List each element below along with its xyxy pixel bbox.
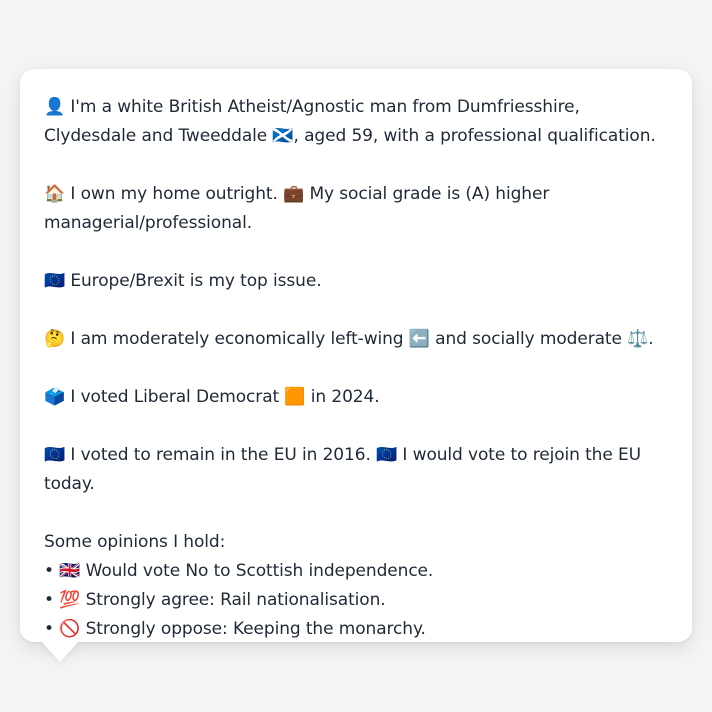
opinion-item: • 🚫 Strongly oppose: Keeping the monarch…	[44, 619, 426, 639]
top-issue-text: 🇪🇺 Europe/Brexit is my top issue.	[44, 271, 322, 291]
opinions-heading: Some opinions I hold:	[44, 532, 226, 552]
bubble-tail	[40, 640, 80, 662]
opinion-item: • 🇬🇧 Would vote No to Scottish independe…	[44, 561, 434, 581]
housing-social-grade-text: 🏠 I own my home outright. 💼 My social gr…	[44, 184, 550, 233]
opinions-list: • 🇬🇧 Would vote No to Scottish independe…	[44, 557, 672, 644]
vote-2024-text: 🗳️ I voted Liberal Democrat 🟧 in 2024.	[44, 387, 380, 407]
persona-message-bubble: 👤 I'm a white British Atheist/Agnostic m…	[20, 69, 692, 642]
opinion-item: • 💯 Strongly agree: Rail nationalisation…	[44, 590, 386, 610]
eu-vote-text: 🇪🇺 I voted to remain in the EU in 2016. …	[44, 445, 641, 494]
political-position-text: 🤔 I am moderately economically left-wing…	[44, 329, 654, 349]
demographics-text: 👤 I'm a white British Atheist/Agnostic m…	[44, 97, 656, 146]
